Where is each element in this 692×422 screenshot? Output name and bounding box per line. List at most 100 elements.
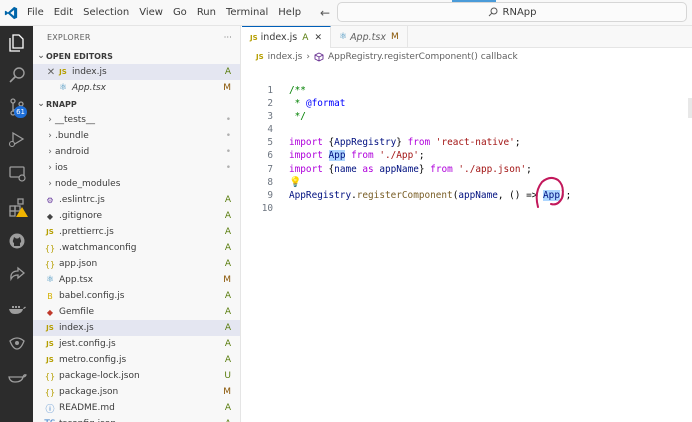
github-icon[interactable]: [0, 226, 33, 256]
tree-file[interactable]: JS metro.config.js A: [33, 352, 240, 368]
tree-item-label: index.js: [59, 323, 94, 333]
tree-file[interactable]: ⚙ .eslintrc.js A: [33, 192, 240, 208]
menu-go[interactable]: Go: [168, 0, 192, 26]
tree-file[interactable]: {} .watchmanconfig A: [33, 240, 240, 256]
lightbulb-icon[interactable]: 💡: [289, 177, 301, 188]
tree-file[interactable]: ◆ .gitignore A: [33, 208, 240, 224]
editor-area: JS index.js A ✕ ⚛ App.tsx M JS index.js › AppR…: [242, 26, 692, 422]
file-type-icon: {}: [44, 259, 56, 269]
tree-file[interactable]: JS index.js A: [33, 320, 240, 336]
code-line: 9 AppRegistry.registerComponent(appName, …: [242, 189, 692, 202]
code-editor[interactable]: 1/** 2 * @format 3 */4 5 import {AppRegistry…: [242, 84, 692, 215]
menu-file[interactable]: File: [22, 0, 49, 26]
breadcrumb-symbol[interactable]: AppRegistry.registerComponent() callback: [328, 52, 518, 62]
tree-item-label: babel.config.js: [59, 291, 125, 301]
git-status: A: [224, 259, 231, 269]
file-type-icon: {}: [44, 371, 56, 381]
search-view-icon[interactable]: [0, 60, 33, 90]
tree-file[interactable]: {} app.json A: [33, 256, 240, 272]
file-type-icon: ⓘ: [45, 404, 55, 415]
close-icon[interactable]: ✕: [45, 67, 57, 78]
react-file-icon: ⚛: [58, 83, 68, 93]
menu-run[interactable]: Run: [192, 0, 221, 26]
menu-edit[interactable]: Edit: [49, 0, 78, 26]
file-type-icon: B: [47, 291, 53, 301]
chevron-right-icon: ›: [48, 115, 52, 125]
code-token: from: [430, 163, 453, 175]
tree-file[interactable]: JS .prettierrc.js A: [33, 224, 240, 240]
tree-folder[interactable]: › ios •: [33, 160, 240, 176]
menu-view[interactable]: View: [134, 0, 168, 26]
tab-index-js[interactable]: JS index.js A ✕: [242, 26, 331, 48]
code-token: import: [289, 150, 323, 162]
line-number: 6: [267, 150, 273, 162]
menu-help[interactable]: Help: [273, 0, 306, 26]
open-editor-item[interactable]: ⚛ App.tsx M: [33, 80, 240, 96]
tree-file[interactable]: Bbabel.config.js A: [33, 288, 240, 304]
live-share-icon[interactable]: [0, 260, 33, 290]
code-token: appName: [458, 189, 498, 201]
tree-file[interactable]: TStsconfig.jsonA: [33, 416, 240, 422]
tree-file[interactable]: JS jest.config.js A: [33, 336, 240, 352]
menu-terminal[interactable]: Terminal: [221, 0, 273, 26]
breadcrumb-file[interactable]: index.js: [268, 52, 303, 62]
vscode-logo-icon: [0, 0, 22, 26]
js-file-icon: JS: [59, 68, 67, 76]
search-icon: [488, 7, 498, 17]
git-status: A: [224, 355, 231, 365]
minimap-slider[interactable]: [688, 98, 692, 118]
tab-app-tsx[interactable]: ⚛ App.tsx M: [331, 26, 408, 48]
code-token: appName: [379, 163, 419, 175]
back-arrow-icon[interactable]: ←: [316, 6, 334, 20]
file-type-icon: JS: [46, 228, 54, 236]
chevron-down-icon: ⌄: [37, 51, 45, 61]
run-debug-icon[interactable]: [0, 124, 33, 154]
open-editor-item[interactable]: ✕ JS index.js A: [33, 64, 240, 80]
tree-item-label: .gitignore: [59, 211, 103, 221]
explorer-header: EXPLORER ···: [33, 26, 240, 48]
tree-folder[interactable]: › android •: [33, 144, 240, 160]
tree-item-label: App.tsx: [59, 275, 93, 285]
tree-file[interactable]: ◆ Gemfile A: [33, 304, 240, 320]
extensions-icon[interactable]: [0, 192, 33, 222]
explorer-icon[interactable]: [0, 28, 33, 58]
tree-item-label: __tests__: [55, 115, 95, 125]
docker-icon[interactable]: [0, 294, 33, 324]
method-cube-icon: [314, 52, 324, 62]
code-token: ;: [526, 163, 532, 175]
testing-icon[interactable]: [0, 328, 33, 358]
tree-file[interactable]: {} package-lock.json U: [33, 368, 240, 384]
menu-selection[interactable]: Selection: [78, 0, 134, 26]
close-tab-icon[interactable]: ✕: [314, 33, 322, 43]
source-control-icon[interactable]: 61: [0, 92, 33, 122]
editor-tabs: JS index.js A ✕ ⚛ App.tsx M: [242, 26, 692, 48]
code-token: AppRegistry: [289, 189, 352, 201]
remote-explorer-icon[interactable]: [0, 158, 33, 188]
js-file-icon: JS: [250, 33, 258, 42]
tree-item-label: jest.config.js: [59, 339, 116, 349]
tree-file[interactable]: {} package.json M: [33, 384, 240, 400]
tree-folder[interactable]: › node_modules: [33, 176, 240, 192]
code-token: App: [328, 150, 346, 162]
file-type-icon: {}: [44, 243, 56, 253]
tree-file[interactable]: ⚛ App.tsx M: [33, 272, 240, 288]
file-type-icon: {}: [44, 387, 56, 397]
more-actions-icon[interactable]: ···: [224, 33, 232, 42]
open-editors-section[interactable]: ⌄ OPEN EDITORS: [33, 48, 240, 64]
project-section[interactable]: ⌄ RNAPP: [33, 96, 240, 112]
title-bar: File Edit Selection View Go Run Terminal Help ←…: [0, 0, 692, 26]
file-type-icon: JS: [46, 324, 54, 332]
code-token: name: [334, 163, 357, 175]
containers-icon[interactable]: [0, 362, 33, 392]
scm-count-badge: 61: [14, 106, 27, 118]
chevron-down-icon: ⌄: [37, 99, 45, 109]
command-center-search[interactable]: RNApp: [337, 2, 687, 22]
tree-folder[interactable]: › .bundle •: [33, 128, 240, 144]
tree-item-label: Gemfile: [59, 307, 94, 317]
git-status: •: [225, 147, 231, 157]
tree-file[interactable]: ⓘ README.md A: [33, 400, 240, 416]
tree-folder[interactable]: › __tests__ •: [33, 112, 240, 128]
file-type-icon: ⚙: [46, 195, 54, 205]
project-label: RNAPP: [46, 99, 77, 109]
chevron-right-icon: ›: [48, 163, 52, 173]
